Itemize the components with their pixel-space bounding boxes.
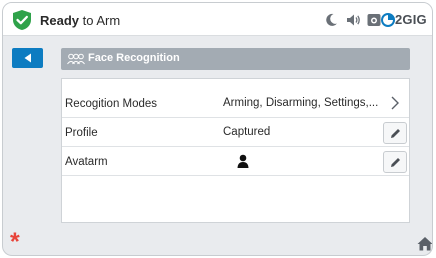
edit-icon xyxy=(390,157,400,167)
row-recognition-modes[interactable]: Recogition Modes Arming, Disarming, Sett… xyxy=(62,89,409,118)
row-label: Recogition Modes xyxy=(65,98,158,110)
camera-icon[interactable] xyxy=(366,12,382,28)
shield-check-icon xyxy=(13,10,31,30)
back-button[interactable] xyxy=(12,48,43,68)
bottom-bar: * xyxy=(3,230,433,255)
chevron-right-icon[interactable] xyxy=(390,96,400,110)
screen: Ready to Arm 2GIG Face Recognition Recog… xyxy=(0,0,436,258)
settings-card: Recogition Modes Arming, Disarming, Sett… xyxy=(61,78,410,223)
back-arrow-icon xyxy=(24,53,31,63)
status-bar: Ready to Arm 2GIG xyxy=(3,3,432,36)
row-avatarm: Avatarm xyxy=(62,147,409,176)
edit-avatarm-button[interactable] xyxy=(383,151,407,173)
home-icon[interactable] xyxy=(417,236,433,251)
edit-profile-button[interactable] xyxy=(383,122,407,144)
arm-status: Ready to Arm xyxy=(40,13,120,28)
edit-icon xyxy=(390,128,400,138)
row-value: Captured xyxy=(223,126,271,138)
arm-status-rest: to Arm xyxy=(79,13,121,28)
row-label: Profile xyxy=(65,127,98,139)
row-value: Arming, Disarming, Settings,... xyxy=(223,97,379,109)
speaker-icon[interactable] xyxy=(345,12,361,28)
arm-status-bold: Ready xyxy=(40,13,80,28)
brand-logo-icon xyxy=(381,13,395,27)
person-icon xyxy=(237,154,249,168)
row-profile: Profile Captured xyxy=(62,118,409,147)
section-header: Face Recognition xyxy=(61,48,410,70)
panel: Ready to Arm 2GIG Face Recognition Recog… xyxy=(2,2,433,256)
section-title: Face Recognition xyxy=(88,52,180,64)
row-label: Avatarm xyxy=(65,156,108,168)
moon-icon[interactable] xyxy=(323,12,339,28)
emergency-button[interactable]: * xyxy=(10,230,20,255)
brand-name: 2GIG xyxy=(395,12,427,27)
faces-icon xyxy=(67,53,85,65)
